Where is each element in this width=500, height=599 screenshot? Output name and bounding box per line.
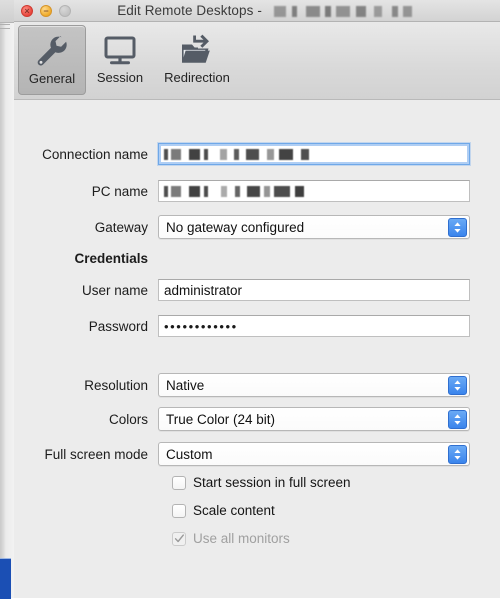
background-window-selected-row[interactable] xyxy=(0,558,11,599)
scale-content-checkbox-row[interactable]: Scale content xyxy=(172,503,275,518)
colors-label: Colors xyxy=(108,411,148,427)
connection-name-value-redacted xyxy=(164,148,316,160)
background-window-titlebar xyxy=(0,0,14,23)
resolution-select[interactable]: Native xyxy=(158,373,470,397)
full-screen-mode-select[interactable]: Custom xyxy=(158,442,470,466)
chevron-updown-icon[interactable] xyxy=(448,218,467,237)
general-tab-panel: Connection name PC name Gateway No gatew… xyxy=(14,100,500,597)
start-session-fullscreen-checkbox[interactable] xyxy=(172,475,186,490)
gateway-select[interactable]: No gateway configured xyxy=(158,215,470,239)
chevron-updown-icon[interactable] xyxy=(448,410,467,429)
colors-selected-value: True Color (24 bit) xyxy=(166,411,276,427)
pc-name-input[interactable] xyxy=(158,180,470,202)
user-name-input[interactable]: administrator xyxy=(158,279,470,301)
pc-name-row: PC name xyxy=(14,178,500,204)
password-label: Password xyxy=(88,318,148,334)
window-title-redacted-text xyxy=(269,5,415,17)
connection-name-row: Connection name xyxy=(14,141,500,167)
desktop-backdrop: × − Edit Remote Desktops - General Sessi… xyxy=(0,0,500,599)
user-name-row: User name administrator xyxy=(14,277,500,303)
colors-select[interactable]: True Color (24 bit) xyxy=(158,407,470,431)
start-session-fullscreen-label: Start session in full screen xyxy=(193,475,351,490)
chevron-updown-icon[interactable] xyxy=(448,445,467,464)
colors-row: Colors True Color (24 bit) xyxy=(14,406,500,432)
password-row: Password •••••••••••• xyxy=(14,313,500,339)
wrench-icon xyxy=(33,32,71,70)
pc-name-label: PC name xyxy=(91,183,148,199)
password-value: •••••••••••• xyxy=(164,318,238,334)
tab-redirection-label: Redirection xyxy=(164,70,230,85)
use-all-monitors-checkbox xyxy=(172,531,186,546)
credentials-section: Credentials xyxy=(14,245,500,271)
user-name-label: User name xyxy=(81,282,148,298)
background-window[interactable] xyxy=(0,0,15,599)
full-screen-mode-row: Full screen mode Custom xyxy=(14,441,500,467)
user-name-value: administrator xyxy=(164,282,243,298)
tab-session[interactable]: Session xyxy=(86,25,154,95)
folder-arrow-icon xyxy=(178,31,216,69)
monitor-icon xyxy=(101,31,139,69)
scale-content-checkbox[interactable] xyxy=(172,503,186,518)
tab-redirection[interactable]: Redirection xyxy=(154,25,240,95)
connection-name-label: Connection name xyxy=(42,146,148,162)
full-screen-mode-selected-value: Custom xyxy=(166,446,213,462)
window-title: Edit Remote Desktops - xyxy=(14,0,500,22)
pc-name-value-redacted xyxy=(164,185,316,197)
connection-name-input[interactable] xyxy=(158,143,470,165)
gateway-label: Gateway xyxy=(94,219,148,235)
gateway-selected-value: No gateway configured xyxy=(166,219,305,235)
start-session-fullscreen-checkbox-row[interactable]: Start session in full screen xyxy=(172,475,351,490)
window-titlebar[interactable]: × − Edit Remote Desktops - xyxy=(14,0,500,22)
password-input[interactable]: •••••••••••• xyxy=(158,315,470,337)
edit-remote-desktops-dialog: × − Edit Remote Desktops - General Sessi… xyxy=(14,0,500,598)
scale-content-label: Scale content xyxy=(193,503,275,518)
gateway-row: Gateway No gateway configured xyxy=(14,214,500,240)
full-screen-mode-label: Full screen mode xyxy=(44,446,148,462)
tab-session-label: Session xyxy=(96,70,144,85)
resolution-selected-value: Native xyxy=(166,377,205,393)
toolbar-tabbar: General Session Redirection xyxy=(14,22,500,100)
use-all-monitors-label: Use all monitors xyxy=(193,531,290,546)
use-all-monitors-checkbox-row: Use all monitors xyxy=(172,531,290,546)
credentials-heading: Credentials xyxy=(74,250,148,266)
resolution-label: Resolution xyxy=(84,377,148,393)
background-window-divider xyxy=(0,24,10,25)
tab-general[interactable]: General xyxy=(18,25,86,95)
window-title-text: Edit Remote Desktops - xyxy=(117,3,266,18)
background-window-divider xyxy=(0,28,10,29)
chevron-updown-icon[interactable] xyxy=(448,376,467,395)
checkmark-icon xyxy=(174,534,184,543)
tab-general-label: General xyxy=(28,71,76,86)
resolution-row: Resolution Native xyxy=(14,372,500,398)
